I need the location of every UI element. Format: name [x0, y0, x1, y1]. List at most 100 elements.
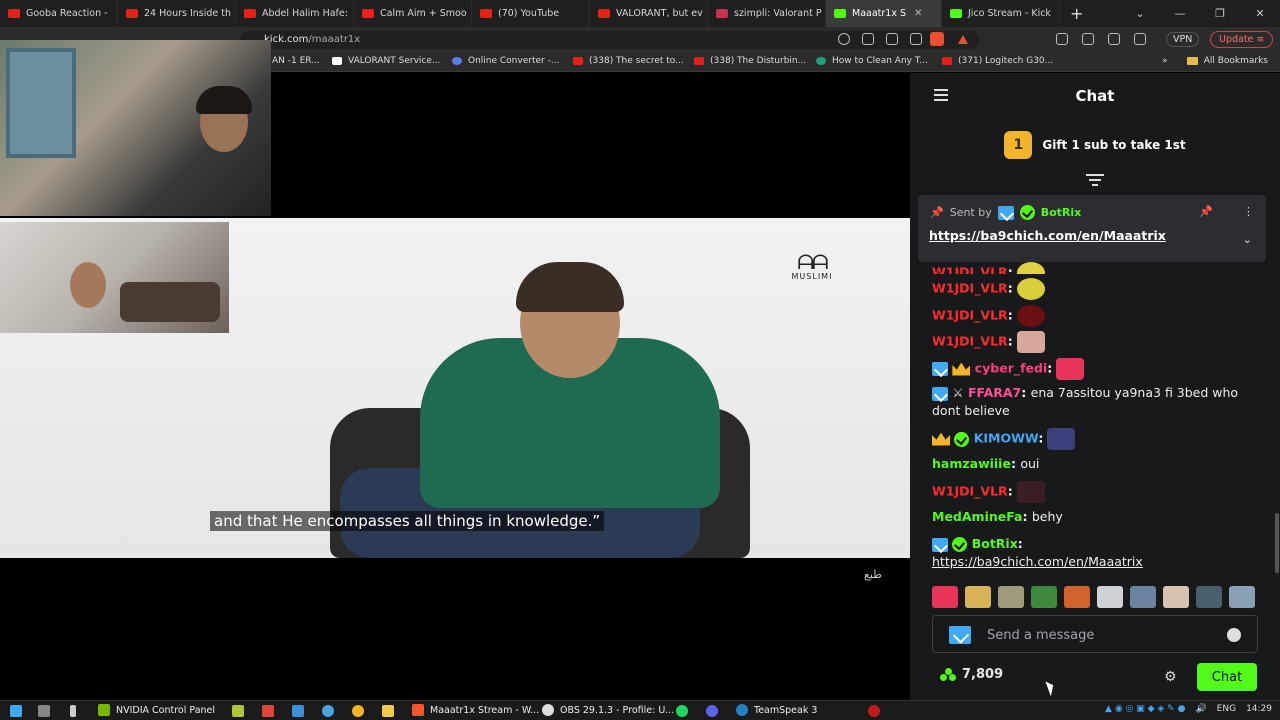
folder-icon: [1186, 57, 1198, 65]
clock[interactable]: 14:29: [1246, 704, 1272, 714]
bookmark-item[interactable]: (338) The Disturbin...: [694, 56, 806, 66]
chat-message: BotRix: https://ba9chich.com/en/Maaatrix: [932, 536, 1143, 569]
channel-points[interactable]: 7,809: [940, 667, 1003, 682]
bookmark-item[interactable]: How to Clean Any T...: [816, 56, 928, 66]
stream-video-player[interactable]: ᗩᗩ MUSLIMI and that He encompasses all t…: [0, 40, 910, 700]
spotify-icon[interactable]: [676, 705, 688, 717]
browser-tab[interactable]: Jico Stream - Kick: [942, 0, 1060, 27]
verified-badge-icon: [952, 537, 968, 552]
youtube-icon: [942, 57, 952, 65]
volume-icon[interactable]: 🔊: [1195, 704, 1206, 714]
browser-tab[interactable]: Calm Aim + Smoo: [354, 0, 472, 27]
app-icon[interactable]: [322, 705, 334, 717]
language-indicator[interactable]: ENG: [1217, 704, 1236, 714]
update-button[interactable]: Update ≡: [1210, 31, 1274, 48]
bookmark-item[interactable]: (371) Logitech G30...: [942, 56, 1053, 66]
converter-icon: [452, 57, 462, 65]
chat-message: hamzawiiie: oui: [932, 456, 1040, 471]
bookmark-item[interactable]: AN -1 ER...: [272, 56, 320, 66]
taskbar-nvidia[interactable]: NVIDIA Control Panel: [98, 704, 215, 716]
browser-tab[interactable]: Gooba Reaction -: [0, 0, 118, 27]
sidebar-icon[interactable]: [1108, 33, 1120, 45]
chat-message: cyber_fedi:: [932, 358, 1267, 380]
wallet-icon[interactable]: [1134, 33, 1146, 45]
emote-icon[interactable]: [1130, 586, 1156, 608]
chat-input[interactable]: [987, 625, 1217, 645]
emote-icon: [1047, 428, 1076, 450]
taskbar-brave[interactable]: Maaatr1x Stream - W...: [412, 704, 539, 716]
emote-icon[interactable]: [965, 586, 991, 608]
bookmark-item[interactable]: VALORANT Service...: [332, 56, 441, 66]
browser-tab[interactable]: Abdel Halim Hafe:: [236, 0, 354, 27]
new-tab-icon[interactable]: +: [1060, 4, 1093, 23]
gear-icon[interactable]: ⚙: [1164, 669, 1177, 685]
youtube-icon: [244, 9, 256, 18]
emote-icon[interactable]: [932, 586, 958, 608]
extensions-icon[interactable]: [1056, 33, 1068, 45]
more-options-icon[interactable]: ⋮: [1243, 205, 1254, 218]
discord-icon[interactable]: [706, 705, 718, 717]
send-chat-button[interactable]: Chat: [1197, 663, 1257, 691]
app-icon[interactable]: [262, 705, 274, 717]
vpn-button[interactable]: VPN: [1166, 32, 1200, 47]
filter-icon[interactable]: [1086, 174, 1104, 188]
emote-icon[interactable]: [1196, 586, 1222, 608]
brave-shield-icon[interactable]: [930, 32, 944, 46]
browser-tab[interactable]: (70) YouTube: [472, 0, 590, 27]
pinned-user[interactable]: BotRix: [1041, 206, 1082, 219]
obs-icon: [542, 704, 554, 716]
chat-link[interactable]: https://ba9chich.com/en/Maaatrix: [932, 554, 1143, 569]
emote-icon[interactable]: [1163, 586, 1189, 608]
youtube-icon: [480, 9, 492, 18]
app-icon[interactable]: [868, 705, 880, 717]
zoom-icon[interactable]: [838, 33, 850, 45]
gift-sub-banner[interactable]: 1 Gift 1 sub to take 1st: [910, 131, 1280, 159]
explorer-icon[interactable]: [382, 705, 394, 717]
close-window-icon[interactable]: ✕: [1240, 7, 1280, 20]
webcam-overlay-primary: [0, 40, 271, 216]
all-bookmarks[interactable]: All Bookmarks: [1186, 56, 1268, 66]
unpin-icon[interactable]: 📌: [1199, 205, 1213, 218]
emote-icon[interactable]: [998, 586, 1024, 608]
restore-icon[interactable]: ❐: [1200, 7, 1240, 20]
chevron-down-icon[interactable]: ⌄: [1243, 233, 1252, 246]
task-view-icon[interactable]: [38, 705, 50, 717]
tab-search-icon[interactable]: ⌄: [1120, 7, 1160, 20]
start-icon[interactable]: [10, 705, 22, 717]
emote-icon[interactable]: [1229, 586, 1255, 608]
browser-tab[interactable]: VALORANT, but ev: [590, 0, 708, 27]
bookmarks-overflow-icon[interactable]: »: [1162, 56, 1168, 66]
app-icon[interactable]: [232, 705, 244, 717]
app-icon[interactable]: [292, 705, 304, 717]
system-tray: ▲ ◉ ◎ ▣ ◆ ◈ ✎ ● 🔊 ENG 14:29: [1105, 704, 1272, 714]
emote-icon[interactable]: [1031, 586, 1057, 608]
browser-tab[interactable]: 24 Hours Inside th: [118, 0, 236, 27]
emoji-picker-icon[interactable]: [1227, 628, 1241, 642]
share-icon[interactable]: [886, 33, 898, 45]
reader-icon[interactable]: [862, 33, 874, 45]
chrome-icon[interactable]: [352, 705, 364, 717]
close-tab-icon[interactable]: ✕: [914, 8, 922, 19]
tray-icons[interactable]: ▲ ◉ ◎ ▣ ◆ ◈ ✎ ●: [1105, 704, 1185, 714]
pinned-link[interactable]: https://ba9chich.com/en/Maaatrix: [929, 228, 1166, 243]
youtube-icon: [362, 9, 374, 18]
taskbar-teamspeak[interactable]: TeamSpeak 3: [736, 704, 817, 716]
address-actions: [838, 33, 922, 45]
bookmark-icon[interactable]: [910, 33, 922, 45]
browser-tab[interactable]: szimpli: Valorant P: [708, 0, 826, 27]
browser-tab-active[interactable]: Maaatr1x S ✕: [826, 0, 942, 27]
bookmark-item[interactable]: (338) The secret to...: [573, 56, 684, 66]
taskbar-obs[interactable]: OBS 29.1.3 - Profile: U...: [542, 704, 674, 716]
chat-title: Chat: [1075, 87, 1115, 105]
bookmark-item[interactable]: Online Converter -...: [452, 56, 559, 66]
emote-icon[interactable]: [1097, 586, 1123, 608]
chat-scrollbar[interactable]: [1275, 513, 1279, 573]
media-icon[interactable]: [1082, 33, 1094, 45]
minimize-icon[interactable]: —: [1160, 7, 1200, 20]
emote-icon[interactable]: [1064, 586, 1090, 608]
brave-rewards-icon[interactable]: [958, 35, 968, 44]
pin-icon: 📌: [930, 206, 944, 219]
volume-app-icon[interactable]: [70, 705, 76, 717]
window-shape: [6, 48, 76, 158]
brave-icon: [412, 704, 424, 716]
